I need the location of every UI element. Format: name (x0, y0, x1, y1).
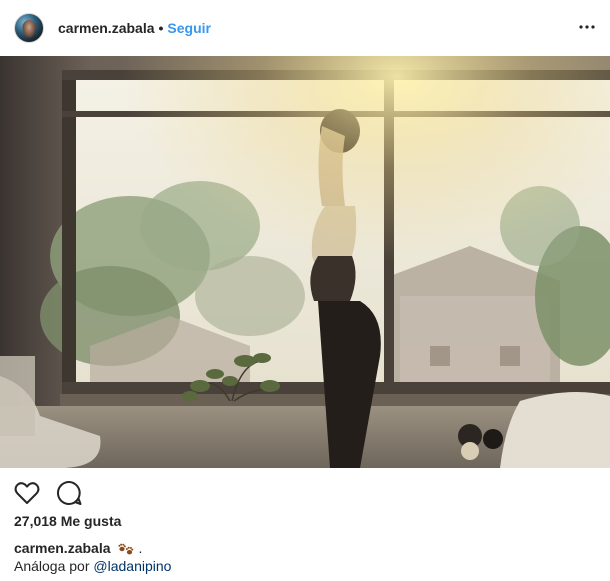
caption-credit-prefix: Análoga por (14, 558, 94, 574)
caption: carmen.zabala . (14, 540, 142, 556)
caption-username[interactable]: carmen.zabala (14, 540, 111, 556)
user-block: carmen.zabala • Seguir (58, 20, 211, 36)
action-bar (0, 476, 610, 510)
post-header: carmen.zabala • Seguir (0, 0, 610, 56)
caption-line-2: Análoga por @ladanipino (14, 558, 171, 574)
post-photo[interactable] (0, 56, 610, 468)
more-options-icon[interactable] (578, 18, 596, 36)
follow-button[interactable]: Seguir (167, 20, 211, 36)
separator-dot: • (158, 20, 164, 36)
mention-link[interactable]: @ladanipino (93, 558, 171, 574)
heart-icon[interactable] (12, 478, 42, 508)
paw-prints-icon (117, 540, 135, 556)
likes-count[interactable]: 27,018 Me gusta (14, 513, 121, 529)
avatar[interactable] (14, 13, 44, 43)
caption-tail: . (138, 540, 143, 556)
comment-icon[interactable] (54, 478, 84, 508)
instagram-post: carmen.zabala • Seguir 27,018 Me gusta c… (0, 0, 610, 581)
username-link[interactable]: carmen.zabala (58, 20, 155, 36)
